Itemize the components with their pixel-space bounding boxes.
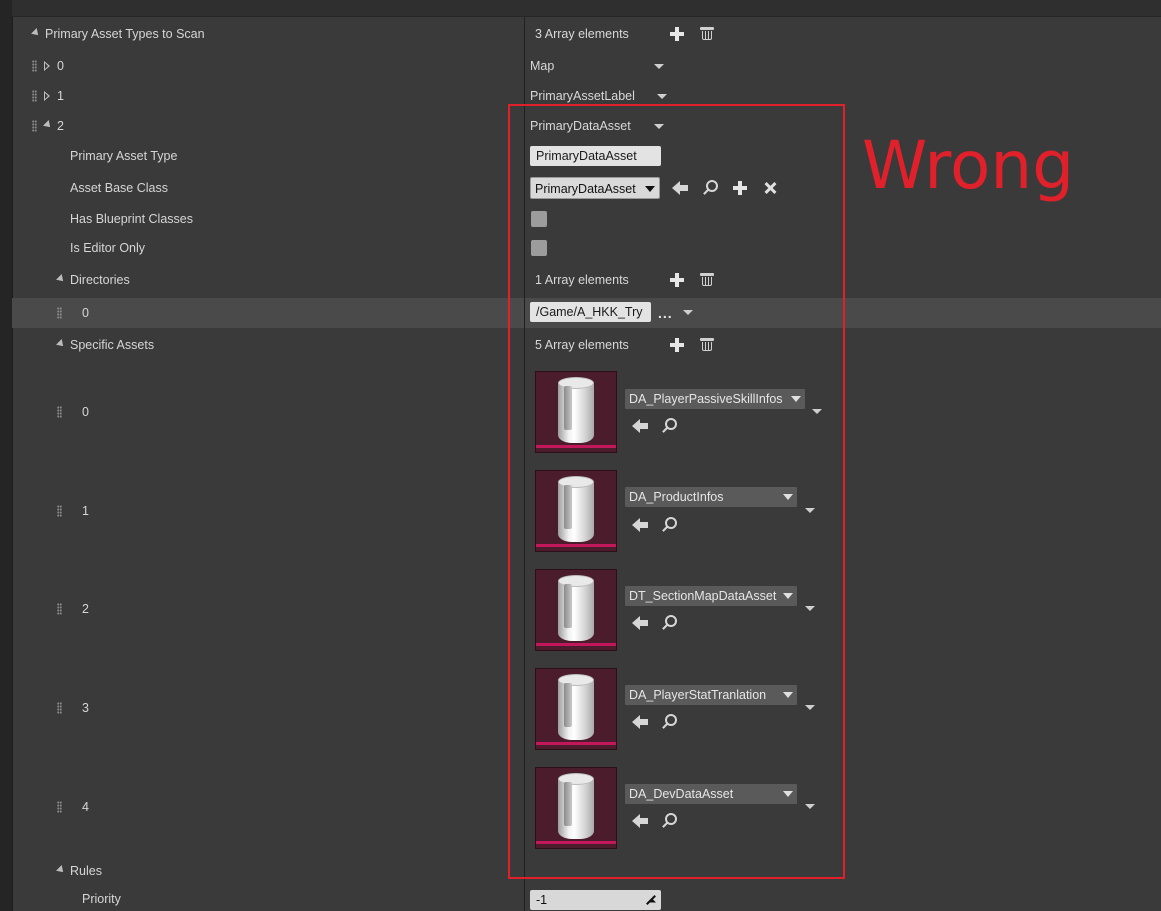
drag-handle-icon[interactable] <box>32 90 37 102</box>
expand-arrow-icon[interactable] <box>56 274 66 284</box>
drag-handle-icon[interactable] <box>32 60 37 72</box>
spin-drag-icon[interactable] <box>645 895 655 905</box>
expand-arrow-icon[interactable] <box>56 339 66 349</box>
priority-value: -1 <box>536 893 548 907</box>
entry-type-value[interactable]: Map <box>530 58 554 74</box>
drag-handle-icon[interactable] <box>57 702 62 714</box>
scan-section-label: Primary Asset Types to Scan <box>45 27 205 41</box>
chevron-down-icon[interactable] <box>657 94 667 99</box>
asset-index: 1 <box>82 504 89 518</box>
priority-field[interactable]: -1 <box>530 890 661 910</box>
entry-index: 0 <box>57 59 64 73</box>
add-element-icon[interactable] <box>670 27 684 41</box>
top-bar <box>12 0 1161 17</box>
expand-arrow-icon[interactable] <box>31 28 41 38</box>
drag-handle-icon[interactable] <box>57 505 62 517</box>
trash-icon[interactable] <box>700 27 714 41</box>
drag-handle-icon[interactable] <box>57 406 62 418</box>
asset-index: 3 <box>82 701 89 715</box>
annotation-text: Wrong <box>862 127 1075 204</box>
drag-handle-icon[interactable] <box>57 307 62 319</box>
collapsed-arrow-icon[interactable] <box>44 91 50 101</box>
asset-index: 4 <box>82 800 89 814</box>
drag-handle-icon[interactable] <box>32 120 37 132</box>
drag-handle-icon[interactable] <box>57 801 62 813</box>
expand-arrow-icon[interactable] <box>43 120 53 130</box>
priority-label: Priority <box>82 892 121 906</box>
specific-assets-label: Specific Assets <box>70 338 155 352</box>
expand-arrow-icon[interactable] <box>56 865 66 875</box>
primary-asset-type-label: Primary Asset Type <box>70 149 178 163</box>
has-blueprint-classes-label: Has Blueprint Classes <box>70 212 193 226</box>
left-gutter <box>0 0 12 911</box>
scan-count-text: 3 Array elements <box>535 27 629 41</box>
annotation-highlight-box <box>508 104 845 879</box>
entry-index: 1 <box>57 89 64 103</box>
asset-base-class-label: Asset Base Class <box>70 181 168 195</box>
is-editor-only-label: Is Editor Only <box>70 241 146 255</box>
entry-type-value[interactable]: PrimaryAssetLabel <box>530 88 635 104</box>
collapsed-arrow-icon[interactable] <box>44 61 50 71</box>
rules-label: Rules <box>70 864 102 878</box>
asset-index: 0 <box>82 405 89 419</box>
directory-index: 0 <box>82 306 89 320</box>
gutter-divider <box>12 0 13 911</box>
drag-handle-icon[interactable] <box>57 603 62 615</box>
entry-index: 2 <box>57 119 64 133</box>
directories-label: Directories <box>70 273 130 287</box>
chevron-down-icon[interactable] <box>654 64 664 69</box>
asset-index: 2 <box>82 602 89 616</box>
